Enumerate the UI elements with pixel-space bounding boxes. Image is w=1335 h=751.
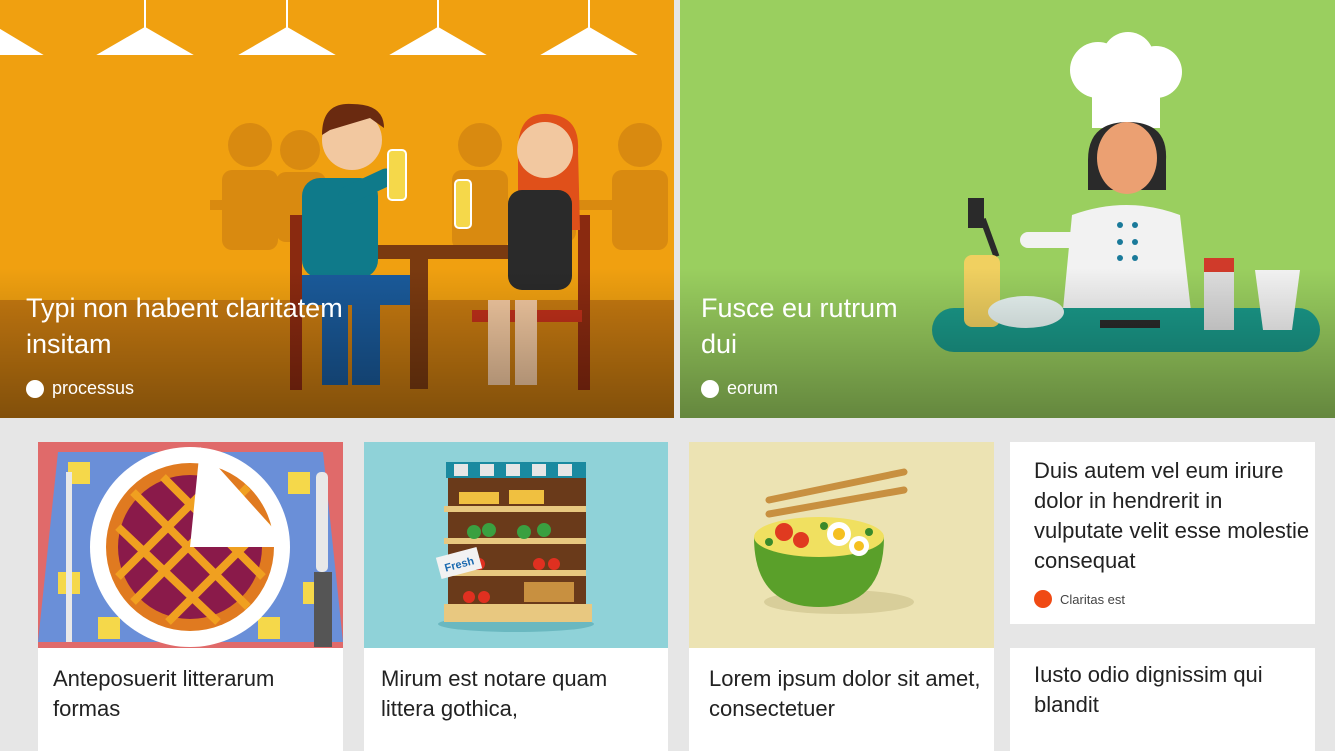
card-caption[interactable]: Lorem ipsum dolor sit amet, consectetuer: [709, 664, 989, 724]
tag-dot-icon: [26, 379, 44, 398]
card-tag-label: Claritas est: [1060, 591, 1126, 607]
card-caption[interactable]: Mirum est notare quam littera gothica,: [381, 664, 661, 724]
article-card[interactable]: Anteposuerit litterarum formas: [38, 442, 343, 751]
hero-title[interactable]: Typi non habent claritatem insitam: [26, 290, 416, 362]
tag-dot-icon: [701, 379, 719, 398]
card-thumbnail: [689, 442, 994, 648]
hero-title[interactable]: Fusce eu rutrum dui: [701, 290, 941, 362]
card-thumbnail: Fresh: [364, 442, 668, 648]
tag-dot-icon: [1034, 590, 1052, 608]
hero-tag-label: eorum: [727, 378, 779, 398]
card-title[interactable]: Duis autem vel eum iriure dolor in hendr…: [1034, 456, 1314, 576]
article-card[interactable]: Fresh Mirum est notare quam littera goth…: [364, 442, 668, 751]
pie-icon: [38, 442, 343, 648]
hero-card-left[interactable]: Typi non habent claritatem insitam proce…: [0, 0, 674, 418]
market-shelf-icon: Fresh: [364, 442, 668, 648]
card-thumbnail: [38, 442, 343, 648]
hero-tag: processus: [26, 378, 134, 399]
text-article-card[interactable]: Iusto odio dignissim qui blandit: [1010, 648, 1315, 751]
hero-tag-label: processus: [52, 378, 135, 398]
text-article-card[interactable]: Duis autem vel eum iriure dolor in hendr…: [1010, 442, 1315, 624]
card-caption[interactable]: Anteposuerit litterarum formas: [53, 664, 333, 724]
card-title[interactable]: Iusto odio dignissim qui blandit: [1034, 660, 1314, 720]
article-card[interactable]: Lorem ipsum dolor sit amet, consectetuer: [689, 442, 994, 751]
hero-card-right[interactable]: Fusce eu rutrum dui eorum: [680, 0, 1335, 418]
noodle-bowl-icon: [689, 442, 994, 648]
card-tag: Claritas est: [1034, 590, 1125, 608]
hero-tag: eorum: [701, 378, 778, 399]
